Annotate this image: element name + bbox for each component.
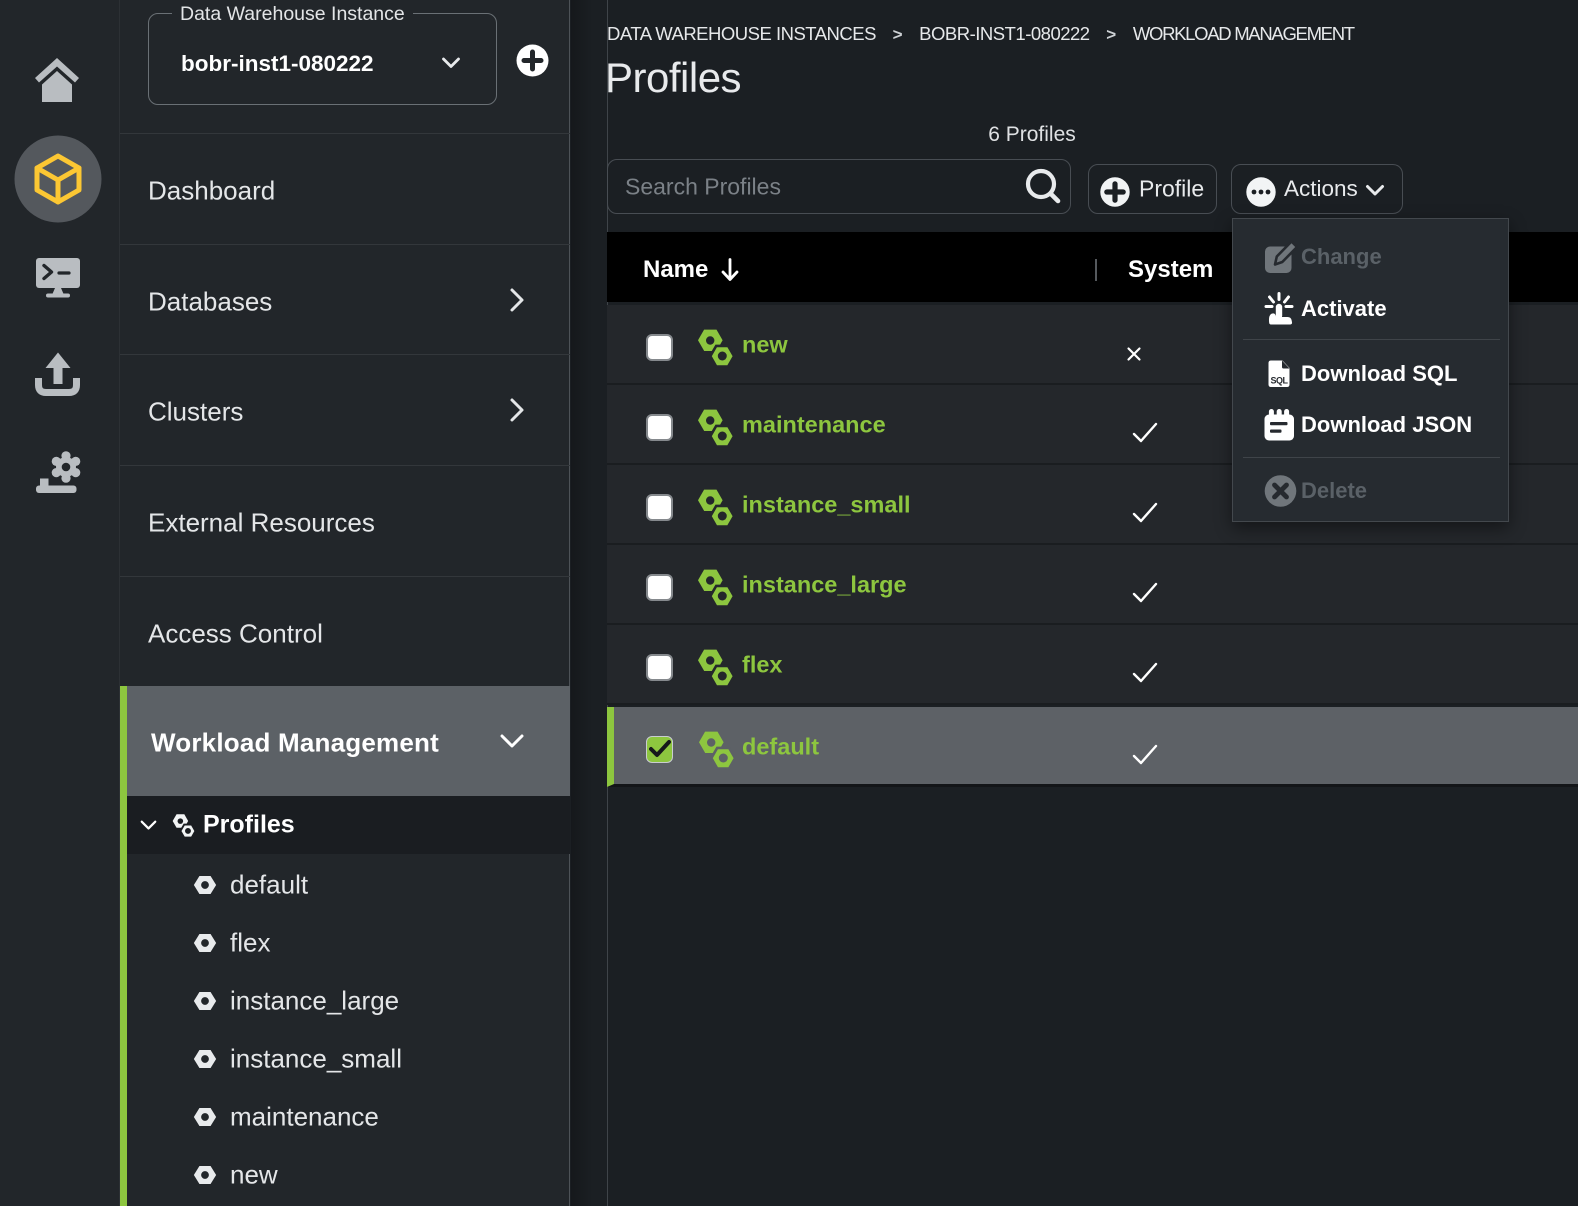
svg-text:SQL: SQL (1270, 376, 1288, 386)
